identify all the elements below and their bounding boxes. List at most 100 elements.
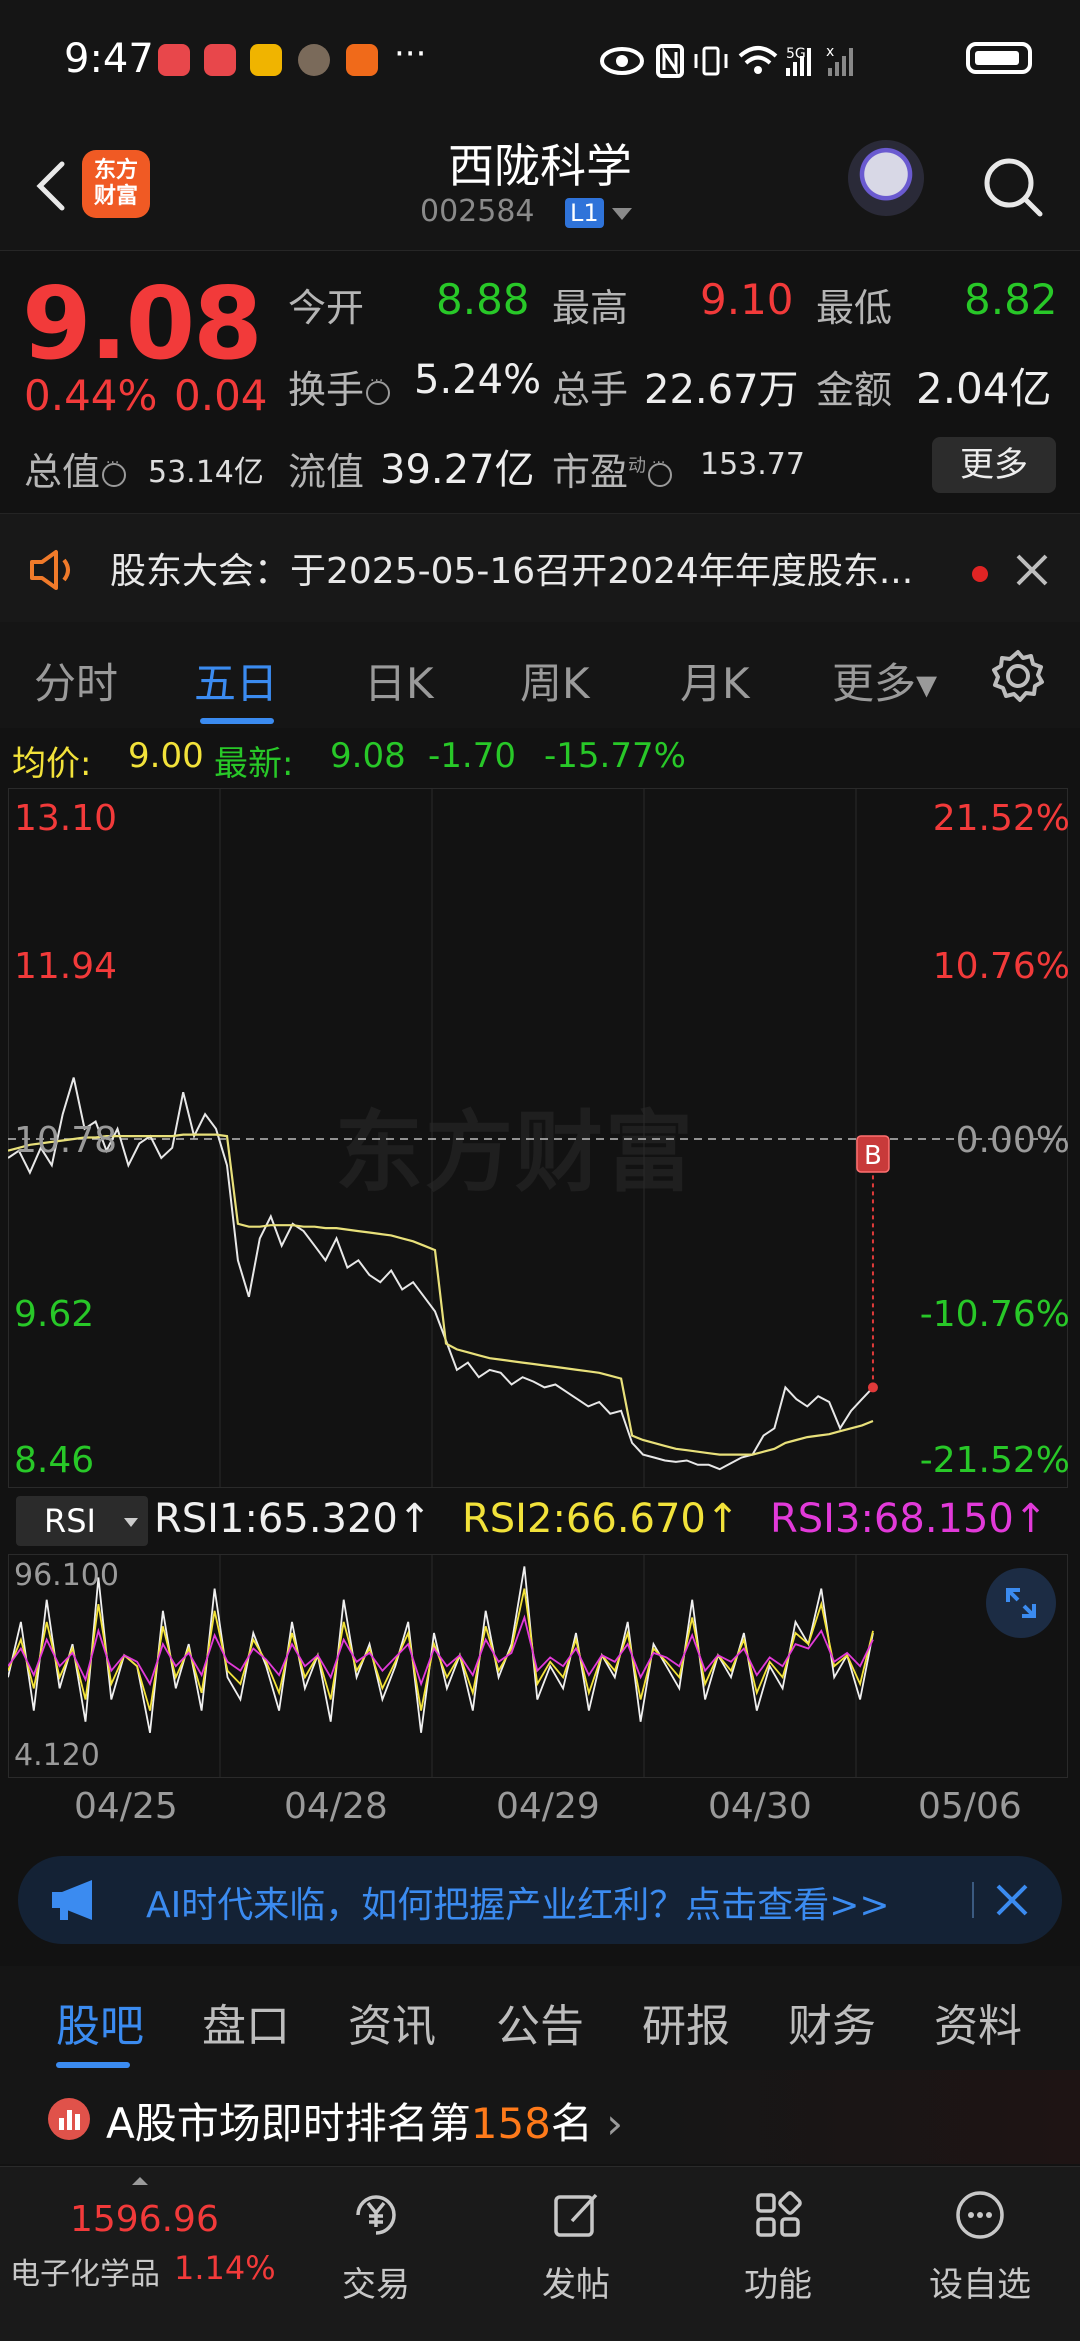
high-value: 9.10 bbox=[700, 275, 794, 324]
float-cap-label: 流值 bbox=[288, 450, 365, 494]
date-axis: 04/25 04/28 04/29 04/30 05/06 bbox=[0, 1784, 1080, 1840]
stock-code[interactable]: 002584 bbox=[420, 194, 535, 229]
vibrate-icon bbox=[694, 46, 728, 76]
marker-dot bbox=[867, 1382, 878, 1393]
expand-icon bbox=[1006, 1588, 1036, 1618]
avatar-notification-icon bbox=[298, 44, 330, 76]
tab-more[interactable]: 更多▾ bbox=[832, 650, 937, 711]
tab-profile[interactable]: 资料 bbox=[934, 1990, 1022, 2054]
stock-name: 西陇科学 bbox=[448, 139, 632, 193]
tab-guba[interactable]: 股吧 bbox=[56, 1990, 144, 2054]
sector-name[interactable]: 电子化学品 bbox=[10, 2249, 160, 2293]
level-badge[interactable]: L1 bbox=[565, 198, 604, 228]
open-value: 8.88 bbox=[436, 275, 530, 324]
nav-trade[interactable]: 交易 bbox=[306, 2179, 446, 2306]
date-tick: 04/30 bbox=[708, 1786, 812, 1827]
turnover-value: 5.24% bbox=[414, 357, 542, 403]
notification-app-icon bbox=[158, 44, 190, 76]
open-label: 今开 bbox=[288, 286, 365, 330]
signal-2-icon: x bbox=[826, 44, 853, 76]
chevron-down-icon[interactable] bbox=[612, 208, 632, 220]
change-percent: 0.44% bbox=[24, 371, 158, 420]
marker-label: B bbox=[864, 1141, 882, 1171]
weibo-icon bbox=[250, 44, 282, 76]
y-tick-right: 21.52% bbox=[932, 798, 1070, 839]
rsi1-legend: RSI1:65.320↑ bbox=[154, 1496, 432, 1542]
y-tick-left: 10.78 bbox=[14, 1120, 118, 1161]
eastmoney-logo[interactable]: 东方 财富 bbox=[82, 150, 150, 218]
latest-change: -1.70 bbox=[428, 736, 516, 776]
tab-news[interactable]: 资讯 bbox=[348, 1990, 436, 2054]
back-arrow-icon[interactable] bbox=[24, 156, 84, 216]
notification-app-icon bbox=[204, 44, 236, 76]
rank-row[interactable]: A股市场即时排名第158名 › bbox=[0, 2070, 1080, 2164]
date-tick: 04/25 bbox=[74, 1786, 178, 1827]
megaphone-icon bbox=[52, 1880, 92, 1920]
more-notifications-icon: ··· bbox=[394, 34, 427, 74]
five-day-price-chart[interactable]: B bbox=[8, 788, 1068, 1488]
tab-daily-k[interactable]: 日K bbox=[364, 650, 434, 711]
nav-functions[interactable]: 功能 bbox=[708, 2179, 848, 2306]
chevron-up-icon[interactable] bbox=[132, 2177, 148, 2185]
edit-post-icon bbox=[554, 2193, 598, 2237]
promo-text[interactable]: AI时代来临，如何把握产业红利？点击查看>> bbox=[146, 1876, 890, 1928]
nav-add-watchlist[interactable]: 设自选 bbox=[910, 2179, 1050, 2306]
gear-icon[interactable] bbox=[988, 646, 1048, 706]
change-amount: 0.04 bbox=[174, 371, 268, 420]
market-cap-label: 总值 bbox=[24, 441, 127, 496]
current-price: 9.08 bbox=[22, 265, 263, 382]
tab-five-day[interactable]: 五日 bbox=[194, 650, 278, 711]
close-icon[interactable] bbox=[992, 1880, 1032, 1920]
rsi-legend-bar: RSI RSI1:65.320↑ RSI2:66.670↑ RSI3:68.15… bbox=[0, 1490, 1080, 1554]
y-tick-left: 11.94 bbox=[14, 946, 118, 987]
ranking-chart-icon bbox=[48, 2098, 90, 2140]
tab-finance[interactable]: 财务 bbox=[788, 1990, 876, 2054]
low-label: 最低 bbox=[816, 286, 893, 330]
rsi-grid bbox=[8, 1554, 1068, 1778]
info-icon[interactable] bbox=[366, 373, 391, 405]
more-circle-icon bbox=[956, 2191, 1004, 2239]
tab-monthly-k[interactable]: 月K bbox=[680, 650, 750, 711]
pe-value: 153.77 bbox=[700, 447, 805, 482]
nfc-icon bbox=[656, 44, 684, 78]
ai-assistant-robot-icon[interactable] bbox=[848, 140, 924, 216]
low-value: 8.82 bbox=[964, 275, 1058, 324]
sector-index-value[interactable]: 1596.96 bbox=[70, 2199, 219, 2240]
close-icon[interactable] bbox=[1012, 550, 1052, 590]
y-tick-left: 9.62 bbox=[14, 1294, 95, 1335]
divider bbox=[972, 1882, 974, 1918]
unread-dot bbox=[972, 566, 988, 582]
status-time: 9:47 bbox=[64, 36, 154, 82]
rsi-chart[interactable] bbox=[8, 1554, 1068, 1778]
rank-text[interactable]: A股市场即时排名第158名 › bbox=[106, 2090, 623, 2151]
tab-research[interactable]: 研报 bbox=[642, 1990, 730, 2054]
info-icon[interactable] bbox=[648, 455, 673, 487]
announcement-text[interactable]: 股东大会：于2025-05-16召开2024年年度股东... bbox=[110, 542, 913, 594]
chart-frame bbox=[8, 788, 1068, 1488]
nav-post[interactable]: 发帖 bbox=[506, 2179, 646, 2306]
chevron-down-icon[interactable] bbox=[124, 1518, 138, 1527]
search-icon[interactable] bbox=[978, 152, 1048, 222]
more-button[interactable]: 更多 bbox=[932, 437, 1056, 493]
tab-order-book[interactable]: 盘口 bbox=[202, 1990, 290, 2054]
announcement-bar[interactable]: 股东大会：于2025-05-16召开2024年年度股东... bbox=[0, 513, 1080, 623]
sector-change-pct[interactable]: 1.14% bbox=[174, 2249, 276, 2287]
rsi2-legend: RSI2:66.670↑ bbox=[462, 1496, 740, 1542]
volume-label: 总手 bbox=[552, 368, 629, 412]
tab-weekly-k[interactable]: 周K bbox=[520, 650, 590, 711]
content-tabs: 股吧 盘口 资讯 公告 研报 财务 资料 bbox=[0, 1966, 1080, 2070]
battery-icon bbox=[966, 42, 1032, 74]
status-icons: 5G x bbox=[600, 44, 853, 78]
speaker-icon bbox=[30, 550, 70, 590]
date-tick: 04/29 bbox=[496, 1786, 600, 1827]
expand-chart-button[interactable] bbox=[986, 1568, 1056, 1638]
info-icon[interactable] bbox=[102, 455, 127, 487]
pe-label: 市盈动 bbox=[552, 441, 673, 496]
promo-banner[interactable]: AI时代来临，如何把握产业红利？点击查看>> bbox=[18, 1856, 1062, 1944]
rsi-y-tick-min: 4.120 bbox=[14, 1738, 100, 1773]
float-cap-value: 39.27亿 bbox=[380, 447, 535, 493]
buy-marker: B bbox=[856, 1135, 890, 1393]
tab-announcements[interactable]: 公告 bbox=[496, 1990, 584, 2054]
svg-text:x: x bbox=[826, 44, 834, 60]
tab-intraday[interactable]: 分时 bbox=[34, 650, 118, 711]
